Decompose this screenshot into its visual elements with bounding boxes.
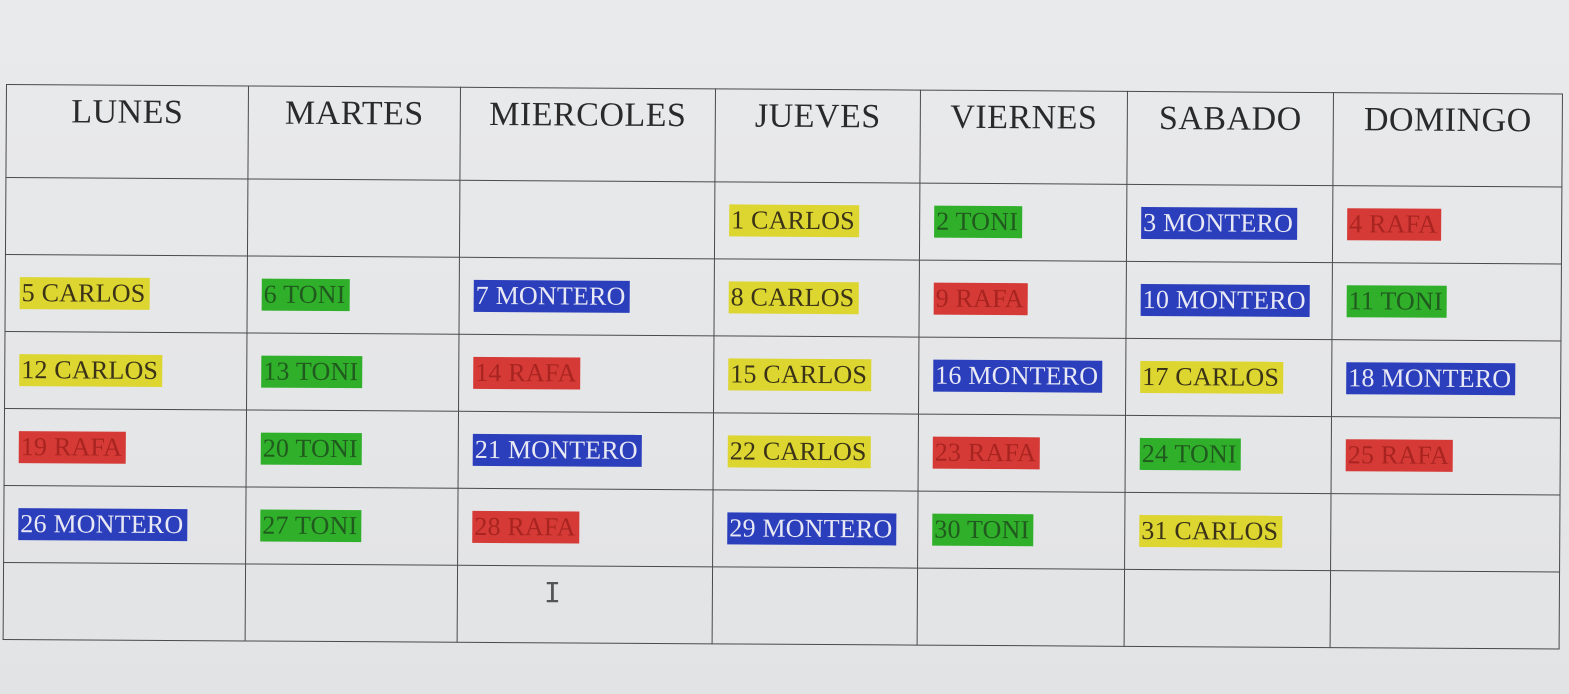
- schedule-body: 1 CARLOS 2 TONI 3 MONTERO 4 RAFA 5 CARLOS 6 T…: [3, 177, 1562, 649]
- week-row: 1 CARLOS 2 TONI 3 MONTERO 4 RAFA: [5, 177, 1562, 265]
- shift-entry: 11 TONI: [1346, 285, 1447, 318]
- shift-entry: 15 CARLOS: [728, 358, 872, 392]
- week-row: [3, 562, 1560, 649]
- day-cell[interactable]: 16 MONTERO: [918, 337, 1126, 416]
- shift-entry: 25 RAFA: [1345, 439, 1454, 472]
- day-cell[interactable]: [3, 562, 246, 641]
- day-cell[interactable]: 14 RAFA: [458, 334, 714, 413]
- day-cell[interactable]: 12 CARLOS: [4, 331, 247, 410]
- day-cell[interactable]: 21 MONTERO: [458, 411, 714, 490]
- day-cell[interactable]: [247, 178, 460, 258]
- day-cell[interactable]: [1124, 569, 1331, 648]
- shift-entry: 20 TONI: [260, 432, 362, 466]
- shift-entry: 23 RAFA: [932, 436, 1041, 470]
- day-cell[interactable]: [917, 568, 1125, 647]
- day-cell[interactable]: 25 RAFA: [1331, 416, 1561, 496]
- day-cell[interactable]: 2 TONI: [919, 183, 1127, 262]
- week-row: 12 CARLOS 13 TONI 14 RAFA 15 CARLOS 16 MONTE…: [4, 331, 1561, 419]
- day-header-domingo: DOMINGO: [1332, 92, 1563, 188]
- day-cell[interactable]: 24 TONI: [1125, 415, 1332, 494]
- shift-entry: 2 TONI: [934, 205, 1023, 239]
- day-header-miercoles: MIERCOLES: [459, 87, 716, 182]
- day-cell[interactable]: 26 MONTERO: [3, 485, 247, 564]
- header-row: LUNES MARTES MIERCOLES JUEVES VIERNES SA…: [5, 84, 1563, 188]
- shift-entry: 1 CARLOS: [729, 204, 859, 238]
- text-cursor-icon: I: [544, 576, 561, 609]
- shift-entry: 30 TONI: [932, 513, 1034, 547]
- day-cell[interactable]: 6 TONI: [246, 255, 460, 335]
- day-cell[interactable]: [245, 563, 458, 643]
- shift-entry: 28 RAFA: [472, 510, 580, 544]
- day-cell[interactable]: 29 MONTERO: [712, 489, 919, 569]
- shift-entry: 18 MONTERO: [1346, 362, 1516, 396]
- day-cell[interactable]: 28 RAFA: [457, 488, 714, 567]
- day-cell[interactable]: 9 RAFA: [918, 260, 1127, 339]
- week-row: 19 RAFA 20 TONI 21 MONTERO 22 CARLOS 23 RAFA…: [4, 408, 1561, 496]
- day-cell[interactable]: [459, 180, 715, 259]
- shift-entry: 14 RAFA: [473, 356, 581, 390]
- shift-entry: 26 MONTERO: [18, 508, 188, 542]
- shift-entry: 12 CARLOS: [19, 354, 163, 387]
- day-header-lunes: LUNES: [5, 84, 249, 179]
- day-header-jueves: JUEVES: [714, 88, 921, 184]
- day-cell[interactable]: 22 CARLOS: [713, 412, 919, 492]
- shift-entry: 6 TONI: [261, 278, 350, 312]
- day-header-viernes: VIERNES: [919, 90, 1128, 185]
- day-header-martes: MARTES: [247, 85, 461, 181]
- day-cell[interactable]: 27 TONI: [245, 486, 459, 566]
- day-cell[interactable]: 20 TONI: [246, 409, 459, 489]
- day-cell[interactable]: 17 CARLOS: [1125, 338, 1332, 417]
- week-row: 26 MONTERO 27 TONI 28 RAFA 29 MONTERO 30 TON…: [3, 485, 1561, 572]
- day-header-sabado: SABADO: [1126, 91, 1334, 186]
- week-row: 5 CARLOS 6 TONI 7 MONTERO 8 CARLOS 9 RAFA 10 …: [4, 254, 1562, 342]
- day-cell[interactable]: [5, 177, 248, 256]
- shift-entry: 10 MONTERO: [1140, 283, 1310, 317]
- day-cell[interactable]: 7 MONTERO: [458, 257, 715, 336]
- shift-entry: 29 MONTERO: [727, 512, 897, 546]
- day-cell[interactable]: 15 CARLOS: [713, 335, 919, 415]
- shift-entry: 5 CARLOS: [19, 277, 150, 310]
- day-cell[interactable]: [1330, 493, 1561, 572]
- shift-entry: 21 MONTERO: [472, 433, 642, 467]
- shift-entry: 16 MONTERO: [933, 359, 1103, 393]
- shift-entry: 19 RAFA: [18, 431, 127, 464]
- shift-entry: 24 TONI: [1139, 437, 1241, 471]
- day-cell[interactable]: [1330, 570, 1560, 649]
- day-cell[interactable]: 3 MONTERO: [1126, 184, 1333, 263]
- day-cell[interactable]: 23 RAFA: [918, 414, 1126, 493]
- day-cell[interactable]: 4 RAFA: [1332, 185, 1562, 265]
- day-cell[interactable]: [712, 566, 918, 646]
- shift-entry: 4 RAFA: [1347, 208, 1442, 241]
- day-cell[interactable]: 10 MONTERO: [1125, 261, 1333, 340]
- day-cell[interactable]: 1 CARLOS: [714, 181, 920, 261]
- day-cell[interactable]: 31 CARLOS: [1124, 492, 1332, 571]
- shift-entry: 3 MONTERO: [1141, 206, 1298, 240]
- shift-entry: 13 TONI: [261, 355, 363, 389]
- day-cell[interactable]: 30 TONI: [917, 491, 1126, 570]
- schedule-table: LUNES MARTES MIERCOLES JUEVES VIERNES SA…: [3, 84, 1563, 650]
- shift-entry: 7 MONTERO: [473, 279, 630, 313]
- day-cell[interactable]: 13 TONI: [246, 332, 459, 412]
- shift-entry: 31 CARLOS: [1139, 514, 1283, 548]
- shift-entry: 8 CARLOS: [728, 281, 859, 315]
- shift-entry: 22 CARLOS: [727, 435, 871, 469]
- shift-entry: 9 RAFA: [933, 282, 1028, 316]
- day-cell[interactable]: 5 CARLOS: [4, 254, 248, 333]
- day-cell[interactable]: 19 RAFA: [4, 408, 247, 487]
- day-cell[interactable]: 11 TONI: [1331, 262, 1562, 342]
- day-cell[interactable]: 8 CARLOS: [713, 258, 920, 338]
- day-cell[interactable]: [457, 565, 713, 644]
- day-cell[interactable]: 18 MONTERO: [1331, 339, 1561, 419]
- shift-entry: 27 TONI: [260, 509, 362, 543]
- document-page: LUNES MARTES MIERCOLES JUEVES VIERNES SA…: [0, 0, 1569, 694]
- shift-entry: 17 CARLOS: [1140, 360, 1284, 394]
